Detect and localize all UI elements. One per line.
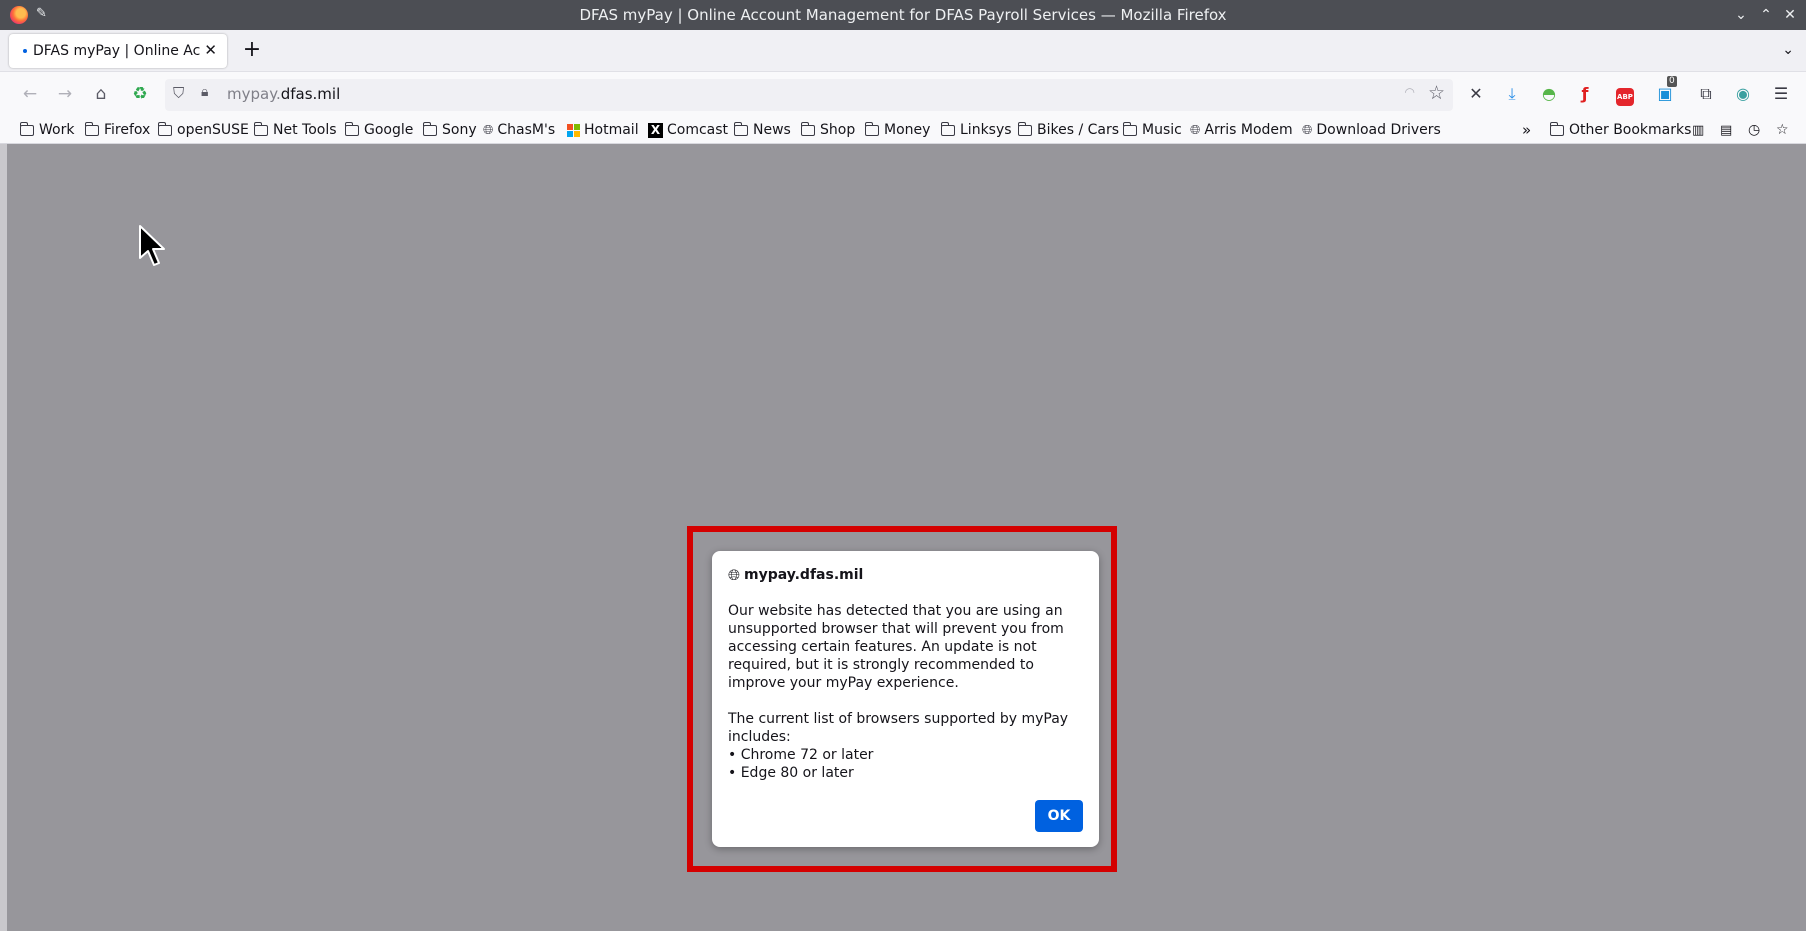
url-text[interactable]: mypay.dfas.mil — [227, 85, 340, 103]
globe-icon: 🌐︎ — [728, 566, 741, 584]
bookmark-work[interactable]: Work — [19, 119, 74, 141]
folder-icon — [19, 121, 34, 136]
hamburger-menu-icon[interactable]: ☰ — [1769, 82, 1793, 106]
bookmark-shop[interactable]: Shop — [800, 119, 855, 141]
url-bar[interactable]: ⛉ 🔒︎ mypay.dfas.mil ◠ ☆ — [165, 79, 1453, 111]
bookmark-firefox[interactable]: Firefox — [84, 119, 150, 141]
dialog-origin: mypay.dfas.mil — [744, 567, 864, 583]
bookmark-star-icon[interactable]: ☆ — [1428, 82, 1445, 104]
browser-alert-dialog: 🌐︎ mypay.dfas.mil Our website has detect… — [712, 551, 1099, 847]
window-title: DFAS myPay | Online Account Management f… — [579, 6, 1227, 24]
extensions-puzzle-icon[interactable]: ⧉ — [1694, 82, 1718, 106]
folder-icon — [733, 121, 748, 136]
back-button[interactable]: ← — [18, 82, 42, 106]
new-tab-button[interactable]: + — [240, 39, 264, 61]
dialog-origin-header: 🌐︎ mypay.dfas.mil — [728, 566, 1083, 584]
bookmark-google[interactable]: Google — [344, 119, 413, 141]
bookmark-sony[interactable]: Sony — [422, 119, 477, 141]
folder-icon — [800, 121, 815, 136]
extension-badge: 0 — [1667, 76, 1677, 87]
dialog-list-item-chrome: • Chrome 72 or later — [728, 747, 874, 763]
home-button[interactable]: ⌂ — [89, 82, 113, 106]
bookmark-hotmail[interactable]: Hotmail — [567, 119, 639, 141]
bookmark-news[interactable]: News — [733, 119, 791, 141]
bookmark-download-drivers[interactable]: 🌐︎ Download Drivers — [1302, 119, 1441, 141]
bookmark-chasms[interactable]: 🌐︎ ChasM's — [483, 119, 555, 141]
folder-icon — [157, 121, 172, 136]
screenshot-icon[interactable]: ▤ — [1720, 119, 1732, 141]
globe-icon: 🌐︎ — [1302, 122, 1313, 138]
bookmark-money[interactable]: Money — [864, 119, 930, 141]
microsoft-icon — [567, 123, 580, 137]
close-window-icon[interactable]: ✕ — [1779, 4, 1801, 26]
forward-button[interactable]: → — [53, 82, 77, 106]
folder-icon — [940, 121, 955, 136]
bookmarks-star-icon[interactable]: ☆ — [1776, 119, 1789, 141]
folder-icon — [1122, 121, 1137, 136]
bookmark-arris-modem[interactable]: 🌐︎ Arris Modem — [1190, 119, 1293, 141]
dialog-list-item-edge: • Edge 80 or later — [728, 765, 854, 781]
history-clock-icon[interactable]: ◷ — [1748, 119, 1760, 141]
bookmark-opensuse[interactable]: openSUSE — [157, 119, 249, 141]
folder-icon — [344, 121, 359, 136]
ok-button[interactable]: OK — [1035, 800, 1083, 832]
downloads-icon[interactable]: ⤓ — [1500, 82, 1524, 106]
stop-loading-icon[interactable]: ✕ — [1464, 82, 1488, 106]
folder-icon — [1017, 121, 1032, 136]
window-titlebar: ✎ DFAS myPay | Online Account Management… — [0, 0, 1806, 30]
tab-dfas-mypay[interactable]: DFAS myPay | Online Acco ✕ — [9, 34, 227, 68]
bookmark-linksys[interactable]: Linksys — [940, 119, 1012, 141]
list-all-tabs-icon[interactable]: ⌄ — [1782, 42, 1794, 58]
tab-close-icon[interactable]: ✕ — [204, 41, 217, 59]
folder-icon — [1549, 121, 1564, 136]
reader-sidebar-icon[interactable]: ▥ — [1692, 119, 1704, 141]
tab-bar: DFAS myPay | Online Acco ✕ + ⌄ — [0, 30, 1806, 72]
bookmark-music[interactable]: Music — [1122, 119, 1182, 141]
dialog-message: Our website has detected that you are us… — [728, 603, 1064, 691]
globe-icon: 🌐︎ — [483, 122, 494, 138]
loading-dot-icon — [23, 49, 27, 53]
bookmark-net-tools[interactable]: Net Tools — [253, 119, 337, 141]
bookmarks-overflow-chevron-icon[interactable]: » — [1522, 119, 1531, 141]
extension-hat-icon[interactable]: ◓ — [1537, 82, 1561, 106]
folder-icon — [84, 121, 99, 136]
bookmark-bikes-cars[interactable]: Bikes / Cars — [1017, 119, 1119, 141]
flash-extension-icon[interactable]: ƒ — [1573, 82, 1597, 106]
globe-icon: 🌐︎ — [1190, 122, 1201, 138]
folder-icon — [253, 121, 268, 136]
reader-view-icon[interactable]: ◠ — [1405, 85, 1415, 99]
folder-icon — [864, 121, 879, 136]
recycle-extension-icon[interactable]: ♻ — [128, 82, 152, 106]
dialog-list-intro: The current list of browsers supported b… — [728, 711, 1069, 745]
folder-icon — [422, 121, 437, 136]
adblock-plus-icon[interactable]: ABP — [1613, 82, 1637, 106]
bookmark-other-bookmarks[interactable]: Other Bookmarks — [1549, 119, 1691, 141]
minimize-icon[interactable]: ⌄ — [1730, 4, 1752, 26]
maximize-icon[interactable]: ⌃ — [1755, 4, 1777, 26]
tab-label: DFAS myPay | Online Acco — [33, 43, 201, 59]
mouse-cursor-icon — [139, 225, 165, 266]
vpn-extension-icon[interactable]: ◉ — [1731, 82, 1755, 106]
tracking-protection-shield-icon[interactable]: ⛉ — [173, 84, 184, 102]
bookmark-comcast[interactable]: X Comcast — [648, 119, 728, 141]
navigation-toolbar: ← → ⌂ ♻ ⛉ 🔒︎ mypay.dfas.mil ◠ ☆ ✕ ⤓ ◓ ƒ … — [0, 72, 1806, 116]
translator-extension-icon[interactable]: ▣ 0 — [1653, 76, 1677, 106]
bookmarks-toolbar: Work Firefox openSUSE Net Tools Google S… — [0, 116, 1806, 144]
lock-icon[interactable]: 🔒︎ — [201, 84, 208, 100]
x-icon: X — [648, 122, 663, 138]
page-background-edge — [0, 144, 7, 931]
